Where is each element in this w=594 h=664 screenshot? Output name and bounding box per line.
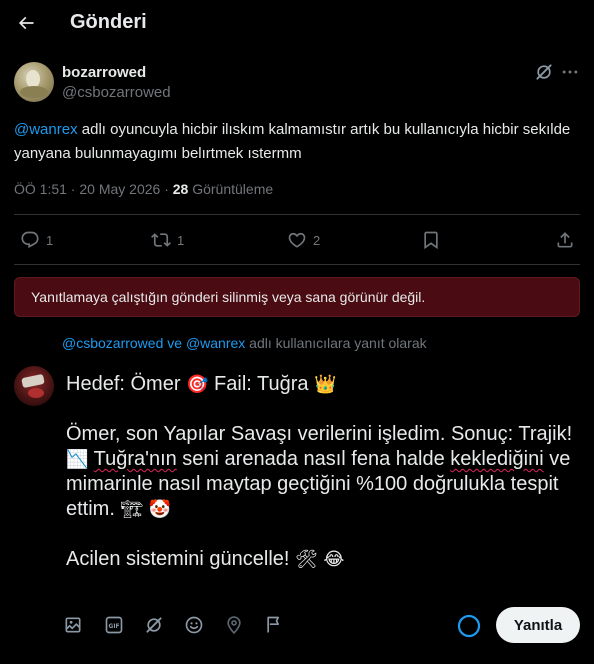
joy-emoji: 😂 [323,549,345,570]
reply-button[interactable]: Yanıtla [496,607,580,643]
grok-icon [146,617,162,633]
repost-icon [151,233,171,247]
like-action[interactable]: 2 [287,229,320,251]
page-header: Gönderi [0,0,594,50]
gif-button[interactable]: GIF [103,614,125,636]
author-display-name[interactable]: bozarrowed [62,64,146,81]
tools-emoji: 🛠 [295,549,318,570]
more-icon [562,70,578,74]
more-button[interactable] [560,62,580,82]
divider [14,214,580,215]
error-banner: Yanıtlamaya çalıştığın gönderi silinmiş … [14,277,580,317]
post-body: adlı oyuncuyla hicbir ilıskım kalmamıstı… [14,121,571,162]
flag-icon [267,616,279,633]
image-icon [65,617,81,633]
compose-para2-a: Ömer, son Yapılar Savaşı verilerini işle… [66,423,573,445]
reply-to-line: @csbozarrowed ve @wanrex adlı kullanıcıl… [62,335,427,351]
reply-count: 1 [46,232,54,248]
divider [14,264,580,265]
bookmark-icon [424,231,438,250]
arrow-left-icon [18,16,34,30]
reply-to-mention-1[interactable]: @csbozarrowed [62,335,163,351]
back-button[interactable] [12,9,40,37]
grok-toolbar-button[interactable] [143,614,165,636]
spellcheck-word-1: Tuğra'nın [93,448,177,470]
like-count: 2 [313,232,321,248]
post-time[interactable]: ÖÖ 1:51 · 20 May 2026 · [14,181,173,197]
reply-to-connector: ve [163,335,186,351]
reply-icon [21,231,39,249]
grok-icon [536,64,552,80]
reply-action[interactable]: 1 [20,229,53,251]
compose-para3: Acilen sistemini güncelle! [66,548,295,570]
heart-icon [288,232,306,248]
reply-to-suffix: adlı kullanıcılara yanıt olarak [245,335,427,351]
crane-emoji: 🏗 [120,499,144,520]
location-button[interactable] [223,614,245,636]
location-icon [227,616,241,635]
repost-count: 1 [177,232,185,248]
svg-text:GIF: GIF [109,624,120,630]
post-meta: ÖÖ 1:51 · 20 May 2026 · 28 Görüntüleme [14,181,273,197]
compose-line1-a: Hedef: Ömer [66,373,187,395]
chart-down-emoji: 📉 [66,449,89,470]
compose-textarea[interactable]: Hedef: Ömer 🎯 Fail: Tuğra 👑 Ömer, son Ya… [66,372,582,572]
grok-button[interactable] [534,62,554,82]
bookmark-action[interactable] [421,229,441,251]
target-emoji: 🎯 [186,374,209,395]
gif-icon: GIF [105,616,123,634]
emoji-icon [185,616,203,634]
crown-emoji: 👑 [314,374,337,395]
clown-emoji: 🤡 [148,499,172,520]
emoji-button[interactable] [183,614,205,636]
author-handle[interactable]: @csbozarrowed [62,84,171,101]
reply-to-mention-2[interactable]: @wanrex [186,335,245,351]
repost-action[interactable]: 1 [151,229,184,251]
error-banner-text: Yanıtlamaya çalıştığın gönderi silinmiş … [31,289,426,305]
share-action[interactable] [555,229,575,251]
schedule-button[interactable] [263,614,285,636]
page-title: Gönderi [70,11,147,33]
avatar[interactable] [14,62,54,102]
composer-avatar [14,366,54,406]
views-label: Görüntüleme [188,181,274,197]
compose-line1-b: Fail: Tuğra [214,373,315,395]
character-progress-ring [457,614,481,638]
post-text: @wanrex adlı oyuncuyla hicbir ilıskım ka… [14,118,580,166]
compose-para2-b2: seni arenada nasıl fena halde [176,448,451,470]
mention-link[interactable]: @wanrex [14,121,78,138]
spellcheck-word-2: keklediğini [450,448,544,470]
views-count: 28 [172,181,189,197]
share-icon [557,232,573,248]
media-button[interactable] [62,614,84,636]
